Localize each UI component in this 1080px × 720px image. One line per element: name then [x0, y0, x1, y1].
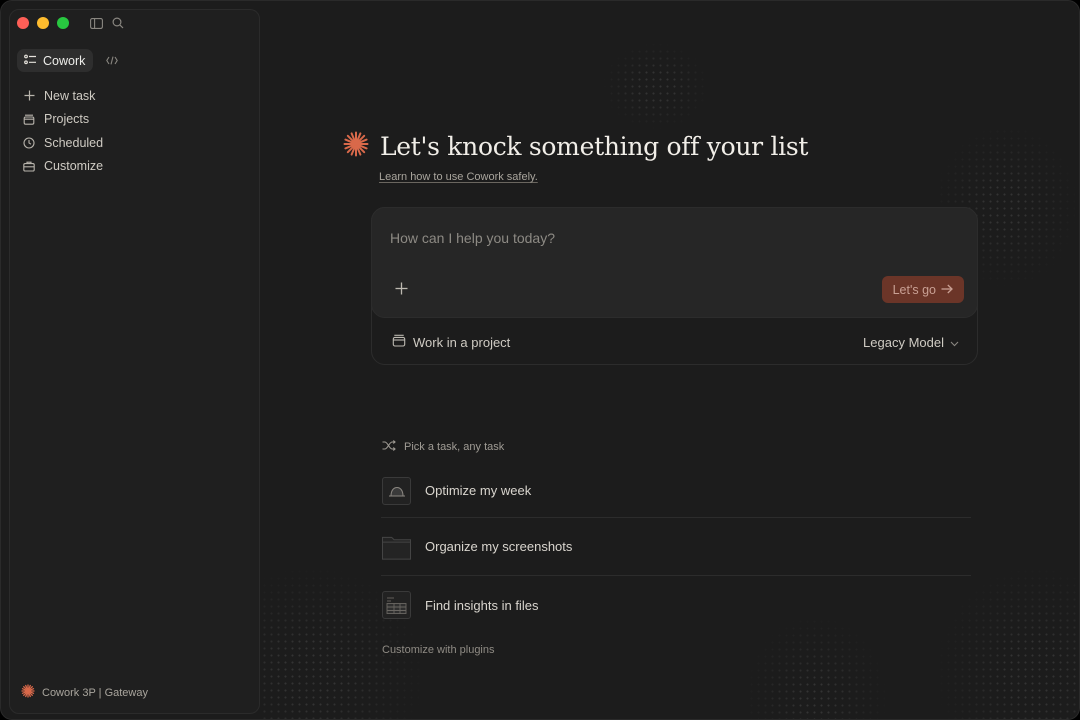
submit-button[interactable]: Let's go: [881, 276, 964, 303]
asterisk-logo-icon: [343, 131, 369, 162]
task-suggestions-title: Pick a task, any task: [404, 441, 505, 453]
plus-icon: [395, 282, 408, 300]
clock-icon: [22, 136, 36, 150]
sidebar-item-new-task[interactable]: New task: [17, 84, 252, 108]
submit-label: Let's go: [892, 282, 936, 297]
checklist-icon: [24, 54, 37, 68]
search-icon[interactable]: [111, 16, 125, 30]
sidebar-item-customize[interactable]: Customize: [17, 155, 252, 179]
cowork-mode-button[interactable]: Cowork: [17, 49, 94, 72]
task-list: Optimize my week Organize my screenshots…: [381, 464, 971, 634]
workspace-label: Cowork 3P | Gateway: [42, 686, 148, 699]
page-title: Let's knock something off your list: [380, 132, 809, 161]
archive-icon: [392, 334, 406, 350]
task-organize-screenshots[interactable]: Organize my screenshots: [381, 518, 971, 576]
customize-plugins-link[interactable]: Customize with plugins: [381, 644, 971, 656]
task-find-insights[interactable]: Find insights in files: [381, 576, 971, 634]
task-suggestions: Pick a task, any task Optimize my week O…: [381, 438, 971, 656]
sidebar-top-controls: [89, 16, 125, 30]
task-label: Find insights in files: [425, 597, 539, 613]
code-icon: [106, 52, 119, 70]
sidebar-item-label: Customize: [44, 159, 104, 174]
minimize-window-button[interactable]: [37, 17, 49, 29]
window-controls: [17, 17, 69, 29]
sidebar-nav: New task Projects Scheduled Customize: [17, 84, 252, 178]
app-window: Cowork New task Projects Scheduled Custo…: [0, 0, 1080, 720]
work-in-project-button[interactable]: Work in a project: [392, 334, 510, 350]
task-label: Organize my screenshots: [425, 539, 573, 554]
spreadsheet-thumb-icon: [382, 591, 411, 619]
workspace-footer[interactable]: Cowork 3P | Gateway: [21, 684, 148, 701]
arrow-right-icon: [941, 283, 953, 297]
plus-icon: [22, 89, 36, 103]
composer-footer: Work in a project Legacy Model: [372, 330, 977, 354]
headline: Let's knock something off your list: [343, 131, 808, 162]
prompt-input[interactable]: [390, 228, 950, 248]
code-mode-button[interactable]: [101, 50, 123, 72]
folder-thumb-icon: [382, 533, 411, 561]
sidebar: Cowork New task Projects Scheduled Custo…: [9, 9, 260, 714]
sidebar-item-projects[interactable]: Projects: [17, 108, 252, 132]
mode-switcher: Cowork: [17, 49, 123, 72]
model-label: Legacy Model: [863, 334, 944, 350]
sidebar-item-label: Scheduled: [44, 135, 104, 150]
archive-icon: [22, 112, 36, 126]
briefcase-icon: [22, 159, 36, 173]
main-panel: Let's knock something off your list Lear…: [261, 1, 1079, 719]
mode-label: Cowork: [43, 53, 86, 68]
shuffle-icon: [382, 440, 396, 454]
task-label: Optimize my week: [425, 483, 532, 498]
learn-safety-link[interactable]: Learn how to use Cowork safely.: [379, 171, 538, 183]
composer-card: Let's go Work in a project Legacy Model: [371, 207, 978, 365]
task-suggestions-header: Pick a task, any task: [381, 438, 971, 456]
chevron-down-icon: [950, 335, 959, 350]
asterisk-logo-icon: [21, 684, 35, 701]
sidebar-toggle-icon[interactable]: [89, 16, 103, 30]
zoom-window-button[interactable]: [57, 17, 69, 29]
sidebar-item-label: Projects: [44, 112, 90, 127]
sidebar-item-scheduled[interactable]: Scheduled: [17, 131, 252, 155]
task-optimize-week[interactable]: Optimize my week: [381, 464, 971, 518]
model-selector[interactable]: Legacy Model: [863, 335, 959, 350]
attach-button[interactable]: [390, 280, 412, 302]
composer: Let's go: [371, 207, 978, 318]
sidebar-item-label: New task: [44, 88, 96, 103]
close-window-button[interactable]: [17, 17, 29, 29]
project-label: Work in a project: [413, 334, 511, 350]
calendar-thumb-icon: [382, 476, 411, 505]
